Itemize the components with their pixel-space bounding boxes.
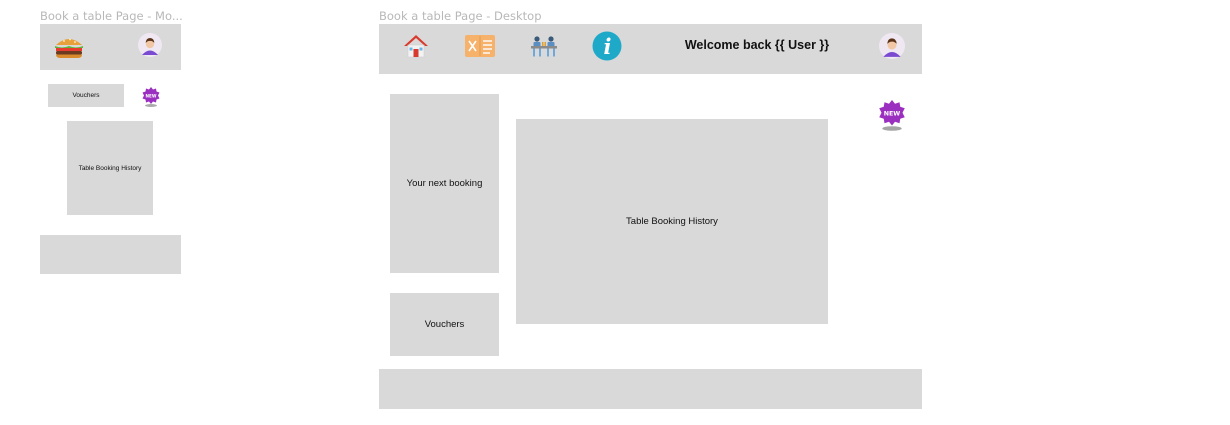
mobile-footer — [40, 235, 181, 274]
new-badge-icon: NEW — [877, 98, 907, 137]
new-badge-text: NEW — [146, 93, 157, 98]
home-icon[interactable] — [402, 33, 430, 64]
vouchers-label: Vouchers — [424, 319, 465, 330]
mobile-frame-label: Book a table Page - Mo... — [40, 9, 183, 23]
svg-text:i: i — [604, 34, 612, 59]
table-booking-history-panel[interactable]: Table Booking History — [516, 119, 828, 324]
menu-icon[interactable] — [464, 34, 496, 63]
new-badge-text: NEW — [884, 110, 901, 117]
desktop-footer — [379, 369, 922, 409]
vouchers-button[interactable]: Vouchers — [48, 84, 124, 107]
next-booking-label: Your next booking — [406, 178, 483, 189]
table-booking-history-panel[interactable]: Table Booking History — [67, 121, 153, 215]
user-avatar-icon[interactable] — [138, 33, 162, 62]
welcome-message: Welcome back {{ User }} — [684, 38, 830, 52]
info-icon[interactable]: i — [592, 31, 622, 66]
table-booking-history-label: Table Booking History — [626, 216, 718, 227]
new-badge-icon: NEW — [141, 86, 161, 113]
vouchers-button[interactable]: Vouchers — [390, 293, 499, 356]
vouchers-label: Vouchers — [72, 92, 100, 99]
table-booking-history-label: Table Booking History — [78, 164, 142, 172]
next-booking-panel[interactable]: Your next booking — [390, 94, 499, 273]
dining-table-icon[interactable] — [530, 34, 558, 63]
burger-icon[interactable] — [54, 35, 84, 64]
desktop-frame-label: Book a table Page - Desktop — [379, 9, 542, 23]
user-avatar-icon[interactable] — [879, 33, 905, 64]
